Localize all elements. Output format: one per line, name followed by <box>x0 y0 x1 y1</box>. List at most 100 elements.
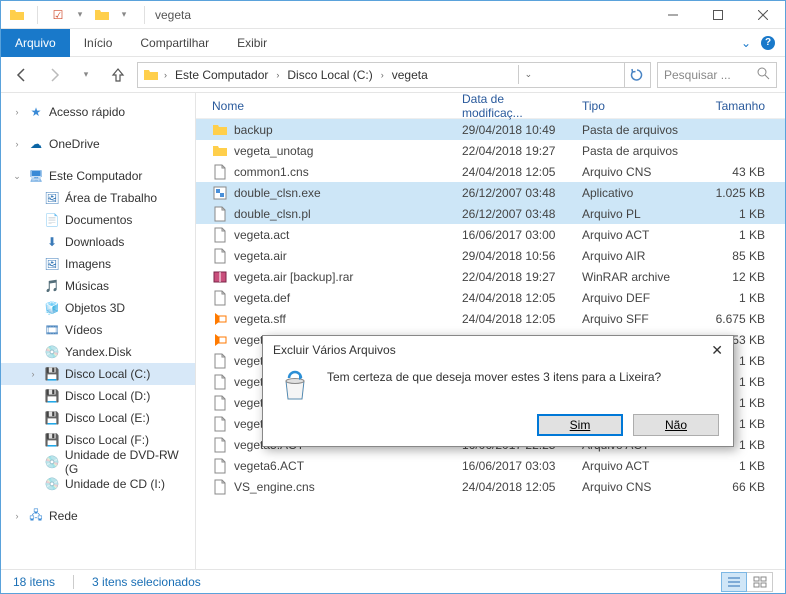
file-row[interactable]: vegeta_unotag22/04/2018 19:27Pasta de ar… <box>196 140 785 161</box>
minimize-button[interactable] <box>650 1 695 29</box>
sidebar-item[interactable]: 🖼Imagens <box>1 253 195 275</box>
file-row[interactable]: double_clsn.exe26/12/2007 03:48Aplicativ… <box>196 182 785 203</box>
dropdown-icon[interactable]: ▾ <box>116 7 132 23</box>
col-size[interactable]: Tamanho <box>689 99 785 113</box>
sidebar-item[interactable]: 💾Disco Local (E:) <box>1 407 195 429</box>
sidebar-item[interactable]: 💿Unidade de CD (I:) <box>1 473 195 495</box>
status-count: 18 itens <box>13 575 55 589</box>
quick-access-toolbar: ☑ ▾ ▾ <box>1 6 151 24</box>
file-row[interactable]: vegeta.act16/06/2017 03:00Arquivo ACT1 K… <box>196 224 785 245</box>
tab-file[interactable]: Arquivo <box>1 29 70 57</box>
view-thumbs-button[interactable] <box>747 572 773 592</box>
check-icon[interactable]: ☑ <box>50 7 66 23</box>
sidebar-item-label: Disco Local (D:) <box>65 389 150 403</box>
file-row[interactable]: vegeta.air [backup].rar22/04/2018 19:27W… <box>196 266 785 287</box>
crumb-drive-c[interactable]: Disco Local (C:) <box>283 68 376 82</box>
search-input[interactable]: Pesquisar ... <box>657 62 777 88</box>
dialog-message: Tem certeza de que deseja mover estes 3 … <box>327 368 661 404</box>
drive-icon: 🎞 <box>43 321 61 339</box>
close-button[interactable] <box>740 1 785 29</box>
sidebar-quick-access[interactable]: › ★ Acesso rápido <box>1 101 195 123</box>
file-list: Nome Data de modificaç... Tipo Tamanho b… <box>196 93 785 569</box>
file-type: Arquivo AIR <box>574 249 689 263</box>
tab-home[interactable]: Início <box>70 29 127 57</box>
sidebar-onedrive[interactable]: › ☁ OneDrive <box>1 133 195 155</box>
file-icon <box>212 290 228 306</box>
file-icon <box>212 374 228 390</box>
file-row[interactable]: double_clsn.pl26/12/2007 03:48Arquivo PL… <box>196 203 785 224</box>
dialog-yes-button[interactable]: Sim <box>537 414 623 436</box>
file-date: 26/12/2007 03:48 <box>454 207 574 221</box>
drive-icon: 📄 <box>43 211 61 229</box>
sidebar-item[interactable]: 🎞Vídeos <box>1 319 195 341</box>
col-name[interactable]: Nome <box>196 99 454 113</box>
sidebar-this-pc[interactable]: ⌄ 🖥 Este Computador <box>1 165 195 187</box>
file-date: 24/04/2018 12:05 <box>454 165 574 179</box>
cloud-icon: ☁ <box>27 135 45 153</box>
sidebar-item-label: Disco Local (E:) <box>65 411 150 425</box>
media-icon <box>212 332 228 348</box>
file-date: 22/04/2018 19:27 <box>454 144 574 158</box>
col-date[interactable]: Data de modificaç... <box>454 92 574 120</box>
sidebar-item[interactable]: 🖼Área de Trabalho <box>1 187 195 209</box>
help-icon[interactable]: ? <box>761 36 775 50</box>
tab-view[interactable]: Exibir <box>223 29 281 57</box>
sidebar-item[interactable]: 💾 Disco Local (D:) <box>1 385 195 407</box>
sidebar-item[interactable]: ›💾Disco Local (C:) <box>1 363 195 385</box>
chevron-down-icon[interactable]: ⌄ <box>518 65 539 84</box>
sidebar-item-label: Unidade de DVD-RW (G <box>65 448 195 476</box>
file-size: 1 KB <box>689 291 785 305</box>
chevron-right-icon[interactable]: › <box>274 70 281 80</box>
dialog-close-button[interactable]: ✕ <box>711 342 723 359</box>
file-row[interactable]: VS_engine.cns24/04/2018 12:05Arquivo CNS… <box>196 476 785 497</box>
drive-icon: 💾 <box>43 387 61 405</box>
file-type: WinRAR archive <box>574 270 689 284</box>
forward-button[interactable] <box>41 62 67 88</box>
chevron-right-icon[interactable]: › <box>162 70 169 80</box>
sidebar-item[interactable]: 💿Unidade de DVD-RW (G <box>1 451 195 473</box>
breadcrumb[interactable]: › Este Computador › Disco Local (C:) › v… <box>137 62 651 88</box>
col-type[interactable]: Tipo <box>574 99 689 113</box>
crumb-this-pc[interactable]: Este Computador <box>171 68 272 82</box>
sidebar-item[interactable]: 💿Yandex.Disk <box>1 341 195 363</box>
file-icon <box>212 248 228 264</box>
sidebar-network[interactable]: › 🖧 Rede <box>1 505 195 527</box>
search-icon[interactable] <box>757 67 770 83</box>
drive-icon: 🧊 <box>43 299 61 317</box>
dropdown-icon[interactable]: ▾ <box>72 7 88 23</box>
tab-share[interactable]: Compartilhar <box>126 29 223 57</box>
file-row[interactable]: backup29/04/2018 10:49Pasta de arquivos <box>196 119 785 140</box>
recent-dropdown[interactable]: ▾ <box>73 62 99 88</box>
back-button[interactable] <box>9 62 35 88</box>
file-row[interactable]: vegeta.sff24/04/2018 12:05Arquivo SFF6.6… <box>196 308 785 329</box>
sidebar-item-label: Unidade de CD (I:) <box>65 477 165 491</box>
sidebar-item[interactable]: 📄Documentos <box>1 209 195 231</box>
sidebar-item[interactable]: ⬇Downloads <box>1 231 195 253</box>
view-details-button[interactable] <box>721 572 747 592</box>
folder-small-icon[interactable] <box>94 7 110 23</box>
file-row[interactable]: common1.cns24/04/2018 12:05Arquivo CNS43… <box>196 161 785 182</box>
sidebar-item[interactable]: 🧊 Objetos 3D <box>1 297 195 319</box>
file-type: Arquivo CNS <box>574 480 689 494</box>
dialog-no-button[interactable]: Não <box>633 414 719 436</box>
ribbon-expand-icon[interactable]: ⌄ <box>741 36 751 50</box>
file-size: 12 KB <box>689 270 785 284</box>
maximize-button[interactable] <box>695 1 740 29</box>
file-icon <box>212 416 228 432</box>
file-name: vegeta.air [backup].rar <box>234 270 353 284</box>
file-row[interactable]: vegeta6.ACT16/06/2017 03:03Arquivo ACT1 … <box>196 455 785 476</box>
sidebar-item-label: Objetos 3D <box>65 301 125 315</box>
drive-icon: 🖼 <box>43 255 61 273</box>
refresh-button[interactable] <box>624 63 650 87</box>
sidebar-item-label: Yandex.Disk <box>65 345 131 359</box>
file-row[interactable]: vegeta.def24/04/2018 12:05Arquivo DEF1 K… <box>196 287 785 308</box>
file-date: 24/04/2018 12:05 <box>454 312 574 326</box>
file-icon <box>212 458 228 474</box>
up-button[interactable] <box>105 62 131 88</box>
chevron-right-icon[interactable]: › <box>379 70 386 80</box>
crumb-vegeta[interactable]: vegeta <box>388 68 432 82</box>
sidebar-item-label: Este Computador <box>49 169 142 183</box>
ribbon: Arquivo Início Compartilhar Exibir ⌄ ? <box>1 29 785 57</box>
sidebar-item[interactable]: 🎵Músicas <box>1 275 195 297</box>
file-row[interactable]: vegeta.air29/04/2018 10:56Arquivo AIR85 … <box>196 245 785 266</box>
